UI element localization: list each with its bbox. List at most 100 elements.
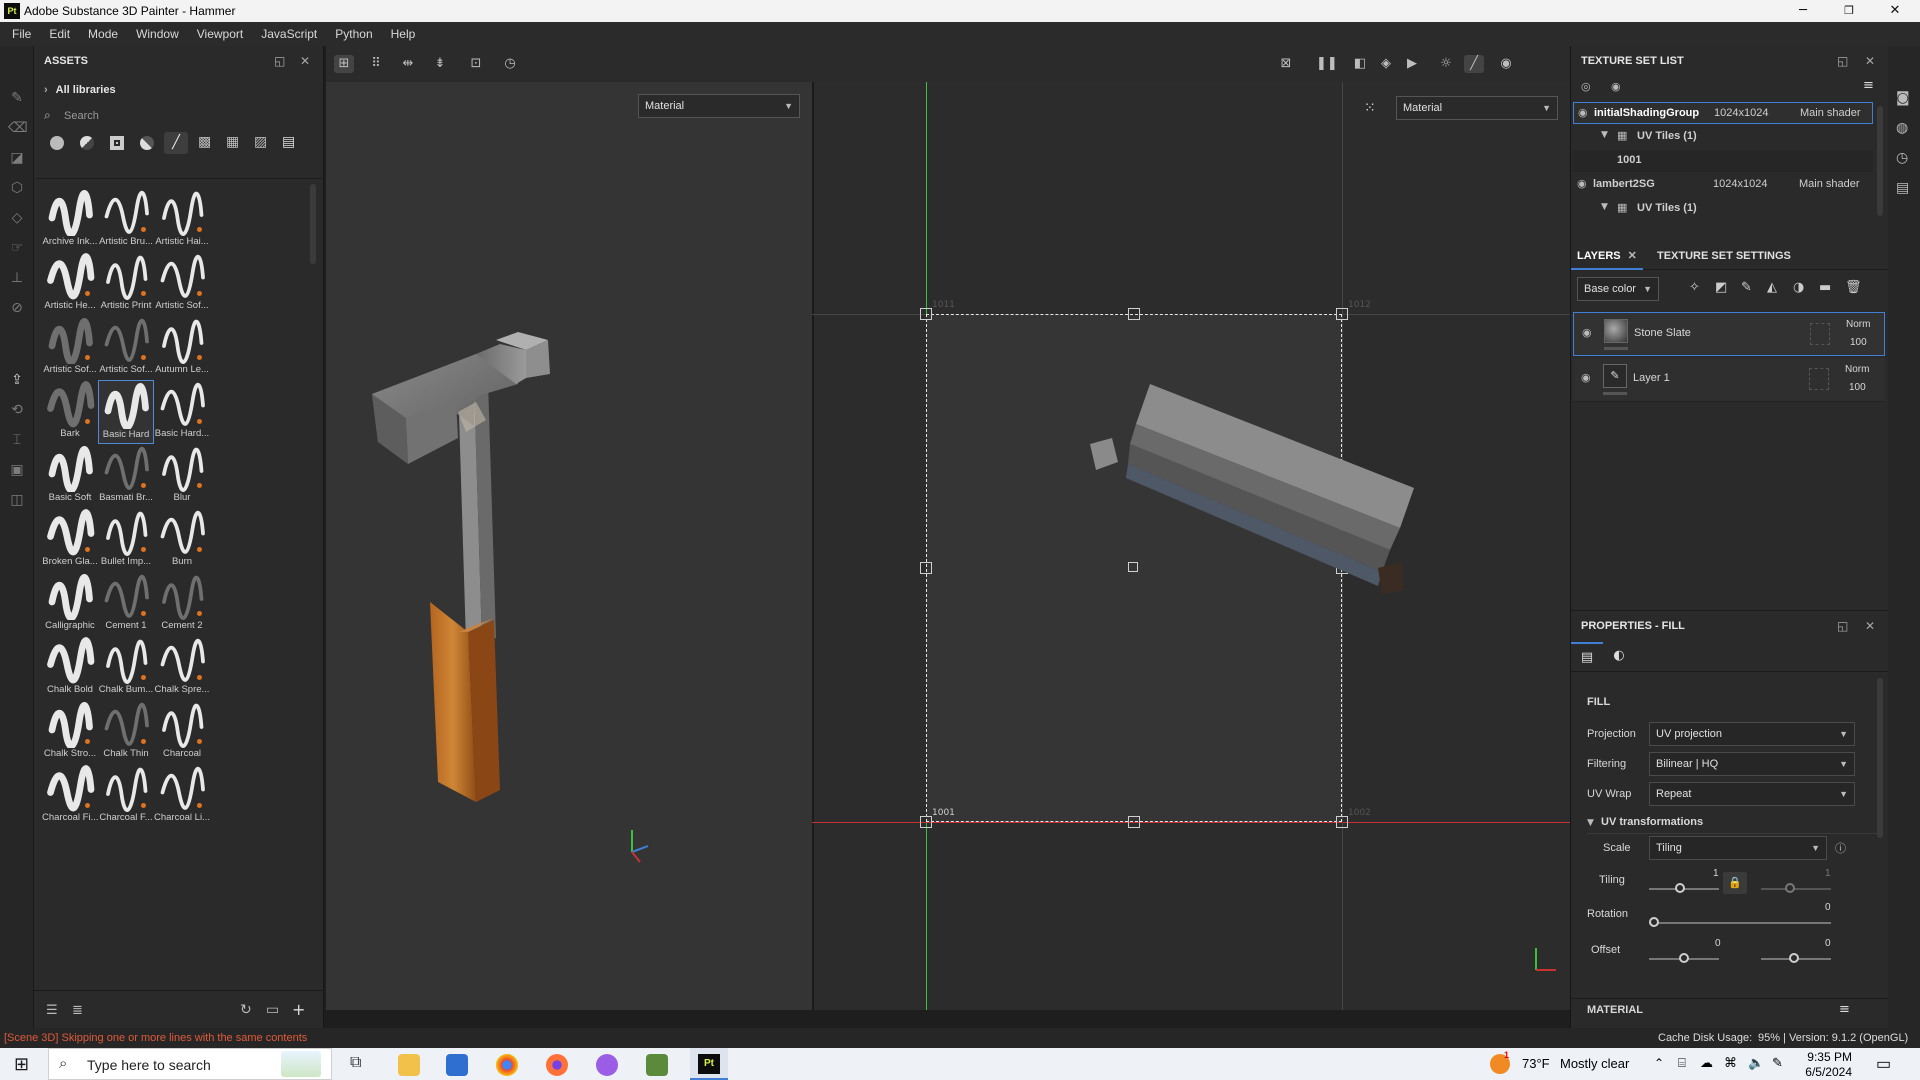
polygon-fill-icon[interactable]: ◇ bbox=[8, 210, 26, 226]
notifications-icon[interactable]: ▭ bbox=[1876, 1054, 1891, 1074]
hide-all-icon[interactable]: ◎ bbox=[1581, 80, 1591, 93]
asset-search[interactable]: ⌕ Search bbox=[44, 106, 314, 128]
asset-tile[interactable]: Autumn Le... bbox=[154, 316, 210, 380]
asset-tile[interactable]: Basic Hard bbox=[98, 380, 154, 444]
color-picker-icon[interactable]: ⊘ bbox=[8, 300, 26, 316]
measure-icon[interactable]: ⌶ bbox=[8, 432, 26, 448]
asset-tile[interactable]: Bark bbox=[42, 380, 98, 444]
search-input[interactable]: Search bbox=[64, 110, 99, 122]
asset-tile[interactable]: Broken Gla... bbox=[42, 508, 98, 572]
bake-icon[interactable]: ⟲ bbox=[8, 402, 26, 418]
view-options-icon[interactable]: ⁙ bbox=[1364, 100, 1376, 116]
close-panel-icon[interactable]: ✕ bbox=[300, 46, 310, 76]
eye-icon[interactable]: ◉ bbox=[1577, 177, 1587, 190]
weather-desc[interactable]: Mostly clear bbox=[1560, 1056, 1629, 1071]
smart-material-icon[interactable]: ◑ bbox=[1793, 280, 1804, 295]
procedural-filter-icon[interactable]: ▦ bbox=[226, 134, 239, 150]
menu-viewport[interactable]: Viewport bbox=[188, 22, 252, 46]
smudge-icon[interactable]: ☞ bbox=[8, 240, 26, 256]
close-icon[interactable]: ✕ bbox=[1628, 250, 1637, 262]
minecraft-icon[interactable] bbox=[646, 1054, 668, 1076]
tab-texture-set-settings[interactable]: TEXTURE SET SETTINGS bbox=[1657, 242, 1791, 270]
menu-file[interactable]: File bbox=[0, 22, 40, 46]
close-panel-icon[interactable]: ✕ bbox=[1865, 611, 1875, 641]
alpha-filter-icon[interactable]: ▩ bbox=[198, 134, 211, 150]
mail-icon[interactable] bbox=[446, 1054, 468, 1076]
weather-temp[interactable]: 73°F bbox=[1522, 1056, 1550, 1071]
light-icon[interactable]: ☼ bbox=[1436, 55, 1456, 73]
chevron-up-icon[interactable]: ⌃ bbox=[1654, 1056, 1664, 1070]
asset-tile[interactable]: Artistic Bru... bbox=[98, 188, 154, 252]
assets-scrollbar[interactable] bbox=[310, 184, 316, 264]
uv-tiles-row[interactable]: ▼ ▦ UV Tiles (1) bbox=[1573, 126, 1873, 148]
channel-dropdown[interactable]: Base color ▼ bbox=[1577, 277, 1659, 301]
menu-javascript[interactable]: JavaScript bbox=[252, 22, 326, 46]
chevron-down-icon[interactable]: ▼ bbox=[1601, 130, 1608, 140]
log-icon[interactable]: ▤ bbox=[1896, 180, 1909, 196]
viewport-2d-mode-dropdown[interactable]: Material ▼ bbox=[1396, 96, 1558, 120]
uv-transformations-header[interactable]: ▼ UV transformations bbox=[1587, 814, 1877, 834]
asset-tile[interactable]: Chalk Bum... bbox=[98, 636, 154, 700]
paint-brush-icon[interactable]: ✎ bbox=[8, 90, 26, 106]
folder-icon[interactable]: ▭ bbox=[266, 1002, 279, 1018]
viewport-2d-uv[interactable]: 1011 1012 1001 1002 Material ▼ ⁙ bbox=[812, 82, 1570, 1010]
layer-opacity[interactable]: 100 bbox=[1850, 337, 1867, 348]
uv-tiles-row[interactable]: ▼ ▦ UV Tiles (1) bbox=[1573, 198, 1873, 220]
material-filter-icon[interactable] bbox=[50, 136, 64, 150]
display-settings-icon[interactable]: ▣ bbox=[8, 462, 26, 478]
float-icon[interactable]: ◱ bbox=[1837, 46, 1848, 76]
effects-icon[interactable]: ✧ bbox=[1689, 280, 1700, 295]
offset-v-knob[interactable] bbox=[1789, 953, 1799, 963]
rotation-slider[interactable] bbox=[1649, 922, 1831, 924]
tab-layers[interactable]: LAYERS ✕ bbox=[1571, 242, 1643, 270]
taskbar-search[interactable]: ⌕ Type here to search bbox=[48, 1048, 332, 1080]
firefox-icon[interactable] bbox=[546, 1054, 568, 1076]
tiling-u-knob[interactable] bbox=[1675, 883, 1685, 893]
eye-icon[interactable]: ◉ bbox=[1582, 326, 1592, 339]
hide-icon[interactable]: ⊠ bbox=[1276, 55, 1296, 73]
delete-layer-icon[interactable]: 🗑 bbox=[1845, 280, 1862, 295]
menu-window[interactable]: Window bbox=[127, 22, 188, 46]
filtering-dropdown[interactable]: Bilinear | HQ ▼ bbox=[1649, 752, 1855, 776]
lock-icon[interactable]: 🔒 bbox=[1723, 872, 1747, 894]
refresh-icon[interactable]: ↻ bbox=[240, 1002, 252, 1018]
chrome-icon[interactable] bbox=[496, 1054, 518, 1076]
float-icon[interactable]: ◱ bbox=[1837, 611, 1848, 641]
mask-icon[interactable]: ◩ bbox=[1715, 280, 1727, 295]
projection-dropdown[interactable]: UV projection ▼ bbox=[1649, 722, 1855, 746]
properties-scrollbar[interactable] bbox=[1877, 678, 1883, 838]
symmetry-icon[interactable]: ⇹ bbox=[398, 55, 418, 73]
layout-icon[interactable]: ⊞ bbox=[334, 55, 354, 73]
menu-edit[interactable]: Edit bbox=[40, 22, 79, 46]
asset-tile[interactable]: Cement 2 bbox=[154, 572, 210, 636]
smart-material-filter-icon[interactable] bbox=[80, 136, 94, 150]
asset-tile[interactable]: Chalk Spre... bbox=[154, 636, 210, 700]
menu-help[interactable]: Help bbox=[382, 22, 425, 46]
environment-filter-icon[interactable]: ▨ bbox=[254, 134, 267, 150]
scale-dropdown[interactable]: Tiling ▼ bbox=[1649, 836, 1827, 860]
painter-taskbar-item[interactable]: Pt bbox=[690, 1048, 728, 1080]
layer-row[interactable]: ◉ ✎ Layer 1 Norm 100 bbox=[1573, 358, 1885, 402]
blend-mode[interactable]: Norm bbox=[1845, 364, 1869, 375]
menu-mode[interactable]: Mode bbox=[79, 22, 127, 46]
shader-settings-icon[interactable]: ◫ bbox=[8, 492, 26, 508]
viewport-3d[interactable]: Material ▼ bbox=[326, 82, 812, 1010]
asset-tile[interactable]: Charcoal F... bbox=[98, 764, 154, 828]
uvwrap-dropdown[interactable]: Repeat ▼ bbox=[1649, 782, 1855, 806]
menu-python[interactable]: Python bbox=[326, 22, 381, 46]
asset-tile[interactable]: Calligraphic bbox=[42, 572, 98, 636]
projection-icon[interactable]: ◪ bbox=[8, 150, 26, 166]
asset-tile[interactable]: Basic Hard... bbox=[154, 380, 210, 444]
asset-tile[interactable]: Bullet Imp... bbox=[98, 508, 154, 572]
clock-time[interactable]: 9:35 PM bbox=[1790, 1050, 1852, 1064]
grid-view-icon[interactable]: ≣ bbox=[72, 1003, 83, 1018]
info-icon[interactable]: ⓘ bbox=[1835, 840, 1846, 856]
asset-tile[interactable]: Chalk Bold bbox=[42, 636, 98, 700]
windows-start-icon[interactable]: ⊞ bbox=[14, 1054, 29, 1075]
texture-set-scrollbar[interactable] bbox=[1877, 106, 1883, 216]
file-explorer-icon[interactable] bbox=[398, 1054, 420, 1076]
clone-stamp-icon[interactable]: ⊥ bbox=[8, 270, 26, 286]
close-button[interactable]: ✕ bbox=[1872, 1, 1918, 21]
uv-tile-row[interactable]: 1001 bbox=[1573, 150, 1873, 172]
grid-icon[interactable]: ⠿ bbox=[366, 55, 386, 73]
